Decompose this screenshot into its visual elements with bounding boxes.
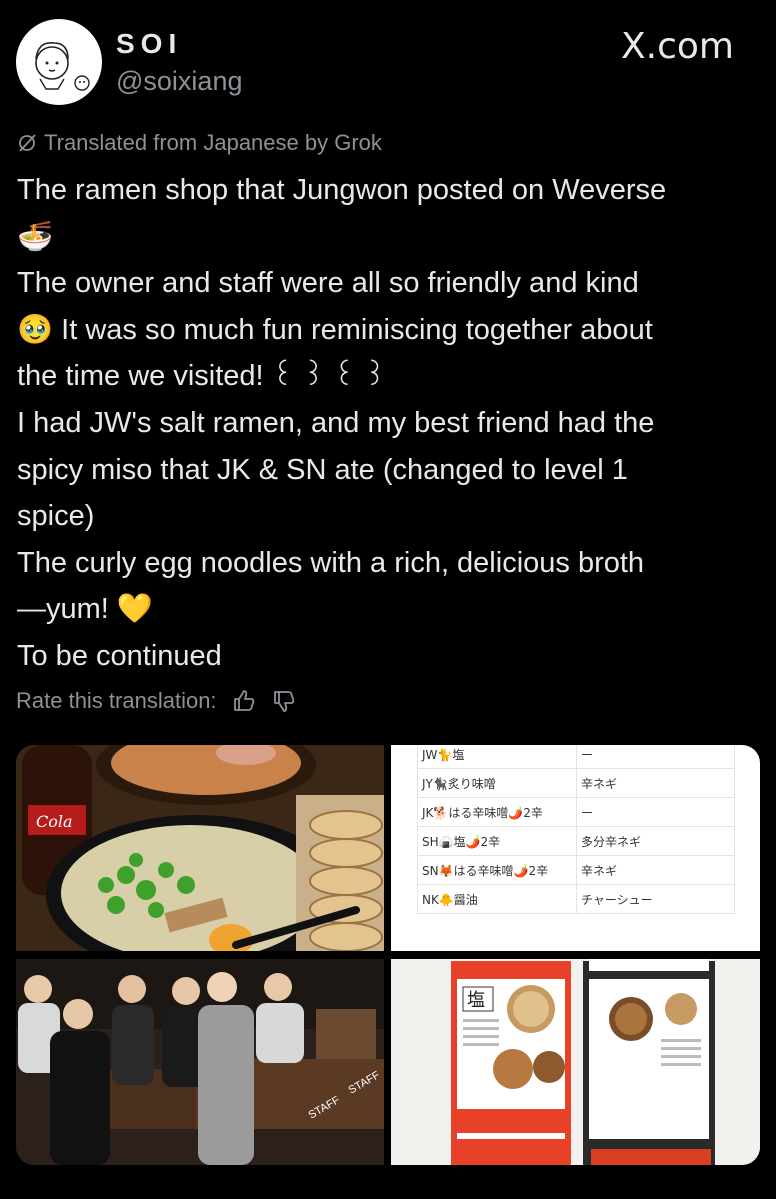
rate-translation-label: Rate this translation: bbox=[16, 688, 217, 713]
post-line: The curly egg noodles with a rich, delic… bbox=[17, 546, 645, 579]
table-row: JW🐈塩 ー bbox=[417, 745, 735, 769]
table-cell: JY🐈‍⬛炙り味噌 bbox=[417, 768, 577, 798]
post-line: spice) bbox=[17, 500, 95, 533]
post-line: the time we visited! ꒰ ꒱ ꒰ ꒱ bbox=[17, 360, 387, 393]
avatar[interactable] bbox=[16, 19, 102, 105]
table-cell: 多分辛ネギ bbox=[576, 826, 735, 856]
user-handle[interactable]: @soixiang bbox=[116, 66, 242, 97]
table-row: SN🦊はる辛味噌🌶️2辛 辛ネギ bbox=[417, 855, 735, 885]
post-line: —yum! 💛 bbox=[17, 593, 154, 626]
cola-label-text: Cola bbox=[36, 812, 73, 831]
table-cell: 辛ネギ bbox=[576, 768, 735, 798]
menu-photo[interactable]: 塩 bbox=[391, 959, 760, 1165]
group-photo-in-restaurant[interactable]: STAFF STAFF bbox=[16, 959, 384, 1165]
table-cell: NK🐥醤油 bbox=[417, 884, 577, 914]
grok-icon bbox=[19, 134, 36, 152]
post-line: The ramen shop that Jungwon posted on We… bbox=[17, 174, 667, 206]
table-cell: JW🐈塩 bbox=[417, 745, 577, 769]
table-cell: ー bbox=[576, 745, 735, 769]
table-cell: SH🍙塩🌶️2辛 bbox=[417, 826, 577, 856]
table-cell: チャーシュー bbox=[576, 884, 735, 914]
order-table-image[interactable]: JW🐈塩 ー JY🐈‍⬛炙り味噌 辛ネギ JK🐕はる辛味噌🌶️2辛 ー SH🍙塩… bbox=[391, 745, 760, 951]
cartoon-face-icon bbox=[35, 42, 90, 91]
post-text: The ramen shop that Jungwon posted on We… bbox=[17, 167, 762, 680]
thumbs-up-icon[interactable] bbox=[231, 688, 257, 714]
translation-notice-text: Translated from Japanese by Grok bbox=[44, 130, 382, 155]
x-logo[interactable]: X.com bbox=[621, 26, 734, 67]
media-grid: Cola JW🐈塩 ー bbox=[16, 745, 760, 1165]
post-line: 🥹 It was so much fun reminiscing togethe… bbox=[17, 313, 653, 346]
table-row: SH🍙塩🌶️2辛 多分辛ネギ bbox=[417, 826, 735, 856]
table-cell: JK🐕はる辛味噌🌶️2辛 bbox=[417, 797, 577, 827]
thumbs-down-icon[interactable] bbox=[271, 688, 297, 714]
ramen-and-gyoza-photo[interactable]: Cola bbox=[16, 745, 384, 951]
table-cell: SN🦊はる辛味噌🌶️2辛 bbox=[417, 855, 577, 885]
order-table: JW🐈塩 ー JY🐈‍⬛炙り味噌 辛ネギ JK🐕はる辛味噌🌶️2辛 ー SH🍙塩… bbox=[417, 745, 735, 914]
table-row: JY🐈‍⬛炙り味噌 辛ネギ bbox=[417, 768, 735, 798]
table-row: JK🐕はる辛味噌🌶️2辛 ー bbox=[417, 797, 735, 827]
post-line: spicy miso that JK & SN ate (changed to … bbox=[17, 453, 628, 486]
post-line: To be continued bbox=[17, 639, 222, 672]
table-cell: ー bbox=[576, 797, 735, 827]
post-line: I had JW's salt ramen, and my best frien… bbox=[17, 406, 655, 439]
post-line: The owner and staff were all so friendly… bbox=[17, 267, 639, 300]
post-line: 🍜 bbox=[17, 220, 54, 253]
table-cell: 辛ネギ bbox=[576, 855, 735, 885]
table-row: NK🐥醤油 チャーシュー bbox=[417, 884, 735, 914]
display-name[interactable]: SOI bbox=[116, 28, 182, 60]
rate-translation: Rate this translation: bbox=[16, 688, 297, 714]
menu-salt-heading: 塩 bbox=[467, 990, 485, 1011]
translation-notice: Translated from Japanese by Grok bbox=[16, 130, 382, 156]
